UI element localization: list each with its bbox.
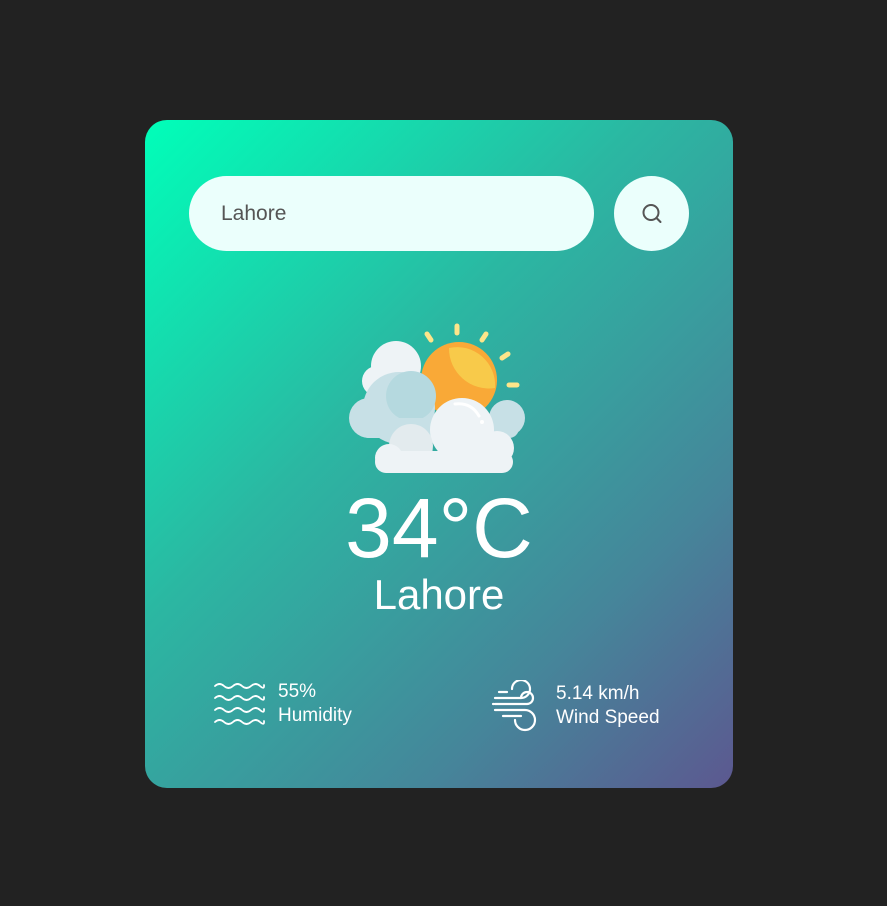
wind-speed-label: Wind Speed <box>556 707 660 728</box>
sun-behind-clouds-icon <box>349 318 529 473</box>
weather-card: 34°C Lahore 55% Humidity <box>145 120 733 788</box>
search-input[interactable] <box>189 176 594 251</box>
humidity-label: Humidity <box>278 705 352 726</box>
wind-text: 5.14 km/h Wind Speed <box>556 682 660 730</box>
temperature: 34°C <box>345 481 533 575</box>
humidity-panel: 55% Humidity <box>213 680 352 728</box>
wind-icon <box>491 678 543 732</box>
search-icon <box>640 202 664 226</box>
humidity-text: 55% Humidity <box>278 680 352 728</box>
search-button[interactable] <box>614 176 689 251</box>
humidity-waves-icon <box>213 682 265 726</box>
search-bar <box>189 176 689 251</box>
city-name: Lahore <box>373 571 505 618</box>
wind-panel: 5.14 km/h Wind Speed <box>491 678 660 732</box>
wind-speed-value: 5.14 km/h <box>556 683 640 704</box>
humidity-value: 55% <box>278 681 317 702</box>
